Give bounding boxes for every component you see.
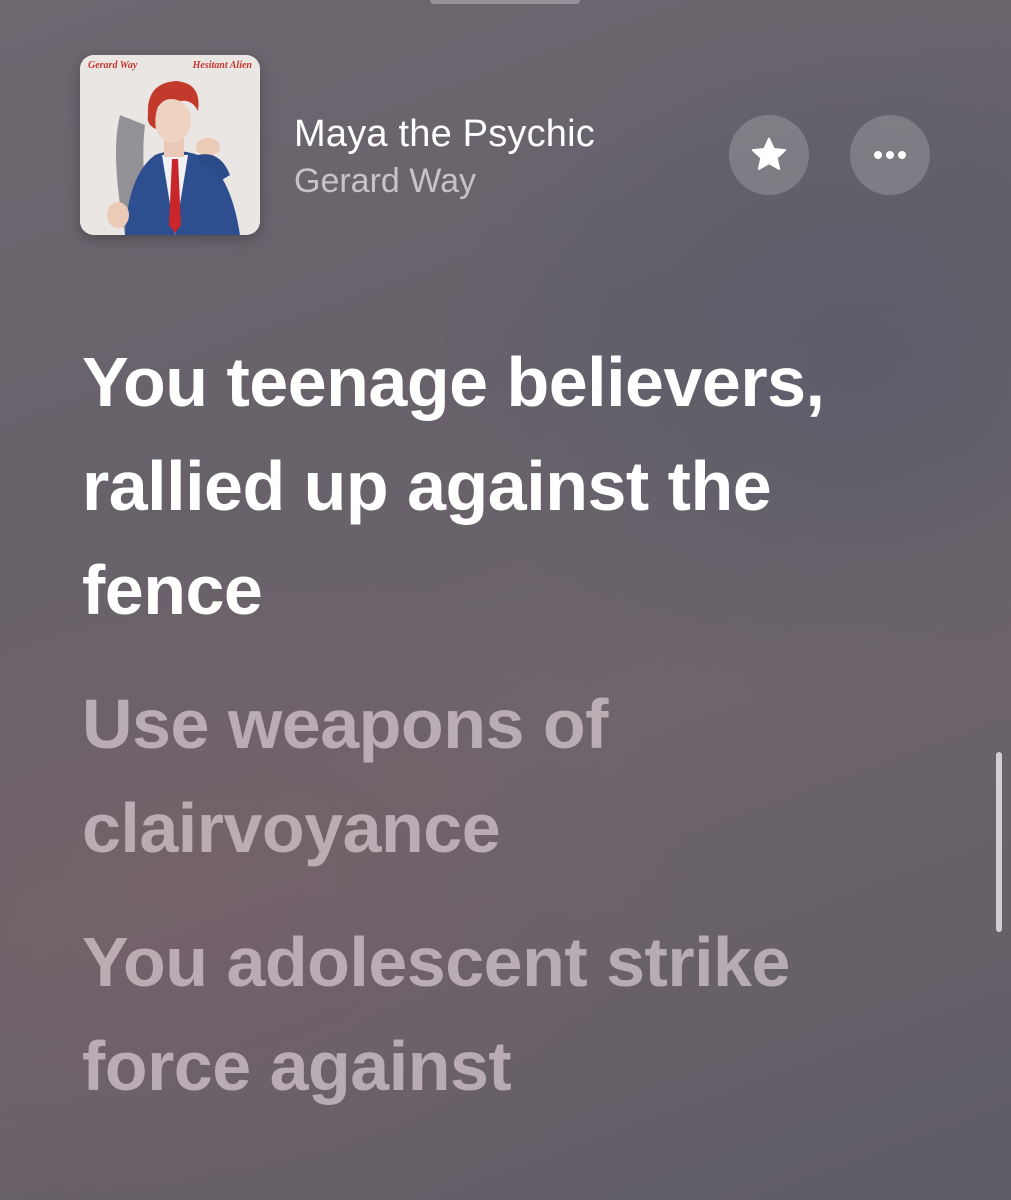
album-artwork-image bbox=[80, 55, 260, 235]
sheet-grabber[interactable] bbox=[430, 0, 580, 4]
lyrics-view[interactable]: You teenage believers, rallied up agains… bbox=[82, 330, 942, 1148]
lyric-line-active[interactable]: You teenage believers, rallied up agains… bbox=[82, 330, 942, 642]
now-playing-header: Gerard Way Hesitant Alien Maya the Psych… bbox=[80, 55, 931, 240]
artwork-album-text: Hesitant Alien bbox=[192, 60, 252, 71]
album-artwork[interactable]: Gerard Way Hesitant Alien bbox=[80, 55, 260, 235]
scroll-indicator[interactable] bbox=[996, 752, 1002, 932]
more-options-button[interactable] bbox=[850, 115, 930, 195]
star-icon bbox=[751, 137, 787, 170]
track-title: Maya the Psychic bbox=[294, 113, 595, 155]
favorite-button[interactable] bbox=[729, 115, 809, 195]
ellipsis-icon bbox=[874, 151, 906, 159]
artwork-artist-text: Gerard Way bbox=[88, 60, 138, 71]
track-info[interactable]: Maya the Psychic Gerard Way bbox=[294, 113, 595, 201]
track-artist[interactable]: Gerard Way bbox=[294, 162, 595, 201]
lyric-line[interactable]: You adolescent strike force against bbox=[82, 910, 942, 1118]
lyric-line[interactable]: Use weapons of clairvoyance bbox=[82, 672, 942, 880]
